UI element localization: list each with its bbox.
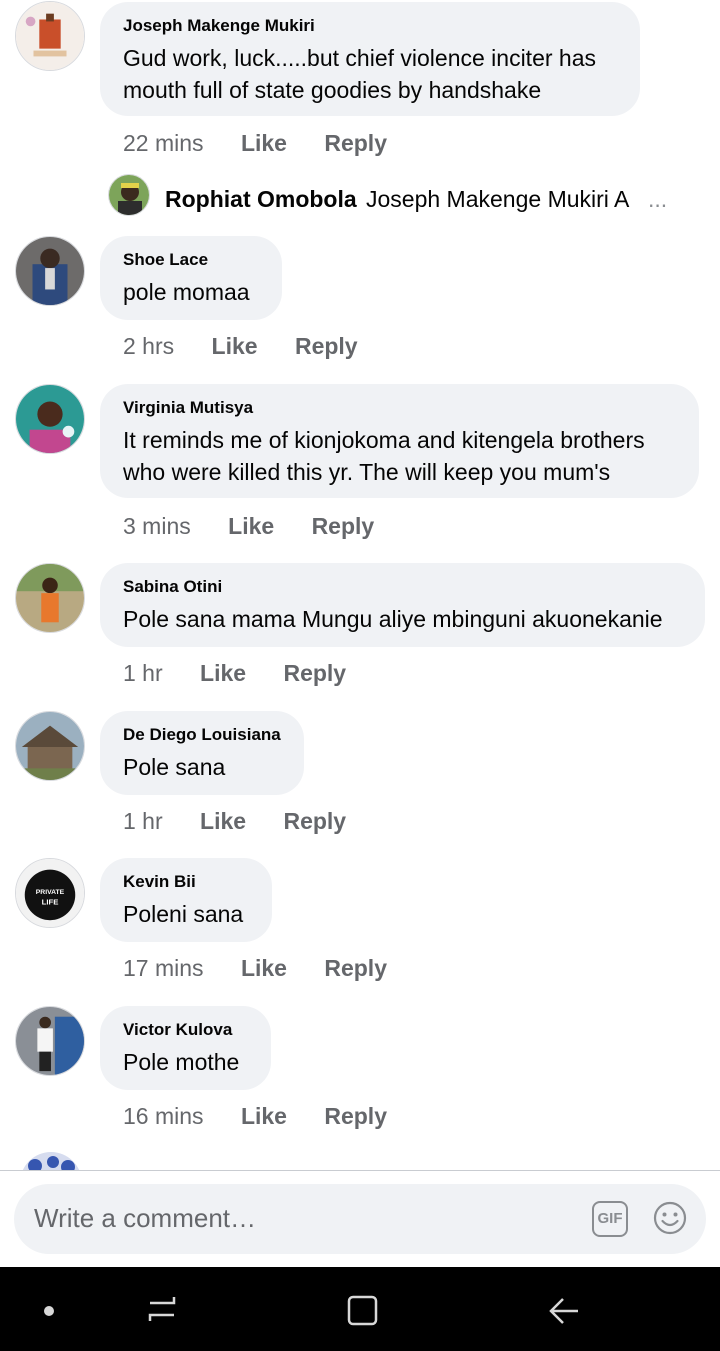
system-navbar xyxy=(0,1267,720,1351)
comment-actions: 3 mins Like Reply xyxy=(123,513,374,540)
comment-bubble[interactable]: Virginia Mutisya It reminds me of kionjo… xyxy=(100,384,699,498)
comment-text: It reminds me of kionjokoma and kitengel… xyxy=(123,427,645,453)
avatar[interactable] xyxy=(15,1006,85,1076)
avatar[interactable] xyxy=(15,1,85,71)
avatar-text: LIFE xyxy=(42,898,59,907)
reply-button[interactable]: Reply xyxy=(283,808,346,835)
reply-preview[interactable]: Rophiat Omobola Joseph Makenge Mukiri A … xyxy=(108,174,708,218)
comment-actions: 1 hr Like Reply xyxy=(123,808,346,835)
comment-time: 22 mins xyxy=(123,130,204,156)
comment-author[interactable]: Virginia Mutisya xyxy=(123,397,675,419)
comment-bubble[interactable]: Sabina Otini Pole sana mama Mungu aliye … xyxy=(100,563,705,647)
comment-author[interactable]: Kevin Bii xyxy=(123,871,248,893)
comment-time: 3 mins xyxy=(123,513,191,539)
avatar-text: PRIVATE xyxy=(36,889,65,896)
reply-button[interactable]: Reply xyxy=(324,130,387,157)
comment-time: 1 hr xyxy=(123,660,163,686)
like-button[interactable]: Like xyxy=(241,130,287,157)
comment-text: mouth full of state goodies by handshake xyxy=(123,77,542,103)
comment-composer: Write a comment… GIF xyxy=(0,1171,720,1267)
avatar[interactable] xyxy=(15,711,85,781)
comments-list[interactable]: Joseph Makenge Mukiri Gud work, luck....… xyxy=(0,0,720,1170)
comment-time: 17 mins xyxy=(123,955,204,981)
like-button[interactable]: Like xyxy=(228,513,274,540)
comment-bubble[interactable]: Victor Kulova Pole mothe xyxy=(100,1006,271,1090)
comment-author[interactable]: Victor Kulova xyxy=(123,1019,247,1041)
back-icon[interactable] xyxy=(545,1267,585,1351)
comment-author[interactable]: Sabina Otini xyxy=(123,576,681,598)
reply-ellipsis: ... xyxy=(648,186,668,212)
comment-text: pole momaa xyxy=(123,279,250,305)
like-button[interactable]: Like xyxy=(241,1103,287,1130)
comment-author[interactable]: Shoe Lace xyxy=(123,249,258,271)
comment-text: who were killed this yr. The will keep y… xyxy=(123,459,611,485)
like-button[interactable]: Like xyxy=(200,660,246,687)
reply-author[interactable]: Rophiat Omobola xyxy=(165,186,357,213)
comment-bubble[interactable]: De Diego Louisiana Pole sana xyxy=(100,711,304,795)
comment-author[interactable]: Joseph Makenge Mukiri xyxy=(123,15,616,37)
comment-placeholder: Write a comment… xyxy=(34,1203,257,1233)
comment-text: Pole sana xyxy=(123,754,226,780)
avatar[interactable] xyxy=(15,384,85,454)
avatar[interactable] xyxy=(15,236,85,306)
comment-actions: 17 mins Like Reply xyxy=(123,955,387,982)
comment-time: 16 mins xyxy=(123,1103,204,1129)
comment-actions: 16 mins Like Reply xyxy=(123,1103,387,1130)
comment-author[interactable]: De Diego Louisiana xyxy=(123,724,281,746)
avatar[interactable] xyxy=(15,563,85,633)
reply-button[interactable]: Reply xyxy=(312,513,375,540)
comment-bubble[interactable]: Kevin Bii Poleni sana xyxy=(100,858,272,942)
home-icon[interactable] xyxy=(343,1267,383,1351)
comment-actions: 2 hrs Like Reply xyxy=(123,333,358,360)
comment-text: Pole mothe xyxy=(123,1049,240,1075)
reply-button[interactable]: Reply xyxy=(295,333,358,360)
smiley-icon[interactable] xyxy=(652,1200,688,1236)
comment-actions: 22 mins Like Reply xyxy=(123,130,387,157)
comment-text: Pole sana mama Mungu aliye mbinguni akuo… xyxy=(123,606,663,632)
gif-button[interactable]: GIF xyxy=(592,1201,628,1237)
recent-apps-icon[interactable] xyxy=(140,1267,184,1351)
comment-actions: 1 hr Like Reply xyxy=(123,660,346,687)
like-button[interactable]: Like xyxy=(212,333,258,360)
like-button[interactable]: Like xyxy=(200,808,246,835)
comment-bubble[interactable]: Shoe Lace pole momaa xyxy=(100,236,282,320)
reply-button[interactable]: Reply xyxy=(324,955,387,982)
comment-bubble[interactable]: Joseph Makenge Mukiri Gud work, luck....… xyxy=(100,2,640,116)
app-root: Joseph Makenge Mukiri Gud work, luck....… xyxy=(0,0,720,1351)
reply-button[interactable]: Reply xyxy=(324,1103,387,1130)
reply-button[interactable]: Reply xyxy=(283,660,346,687)
dot-icon[interactable] xyxy=(40,1267,60,1351)
avatar[interactable]: PRIVATE LIFE xyxy=(15,858,85,928)
comment-text: Poleni sana xyxy=(123,901,244,927)
comment-text: Gud work, luck.....but chief violence in… xyxy=(123,45,596,71)
comment-time: 1 hr xyxy=(123,808,163,834)
avatar[interactable] xyxy=(108,174,150,216)
like-button[interactable]: Like xyxy=(241,955,287,982)
comment-input[interactable]: Write a comment… GIF xyxy=(14,1184,706,1254)
reply-text: Joseph Makenge Mukiri A xyxy=(366,186,630,212)
avatar[interactable] xyxy=(20,1152,82,1170)
comment-time: 2 hrs xyxy=(123,333,175,359)
